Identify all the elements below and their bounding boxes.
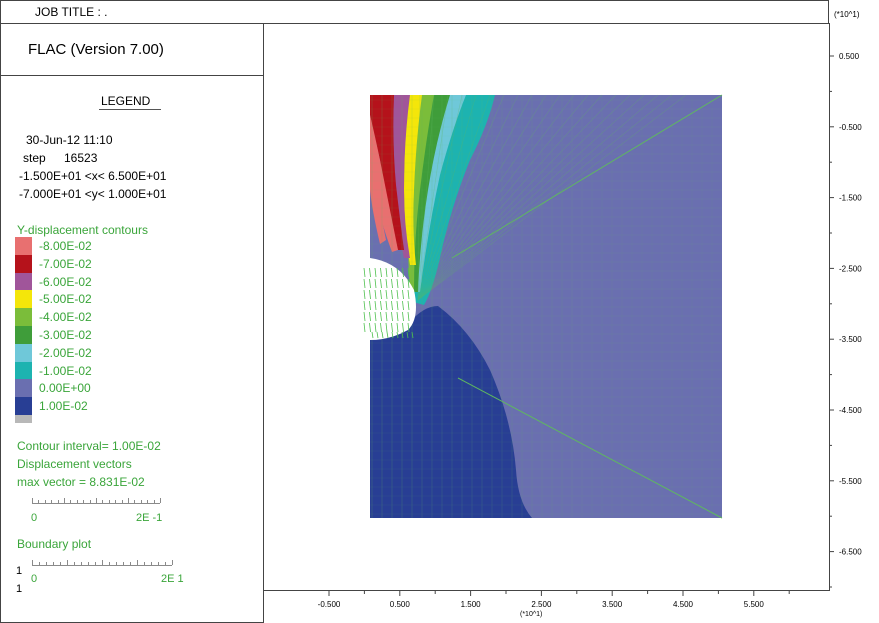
flac-plot-window: { "header": { "job_title": "JOB TITLE : … (0, 0, 879, 623)
y-tick-label: -2.500 (839, 264, 862, 273)
y-tick-label: -3.500 (839, 335, 862, 344)
x-tick-label: 3.500 (602, 600, 623, 609)
y-tick-label: -0.500 (839, 123, 862, 132)
x-axis-multiplier: (*10^1) (520, 611, 543, 618)
contour-plot: 0.500 -0.500 -1.500 -2.500 -3.500 -4.500 -5.50… (318, 52, 863, 609)
y-axis-ticks: 0.500 -0.500 -1.500 -2.500 -3.500 -4.500 -5.50… (829, 52, 862, 588)
y-tick-label: -4.500 (839, 406, 862, 415)
y-tick-label: -5.500 (839, 477, 862, 486)
x-tick-label: 4.500 (673, 600, 694, 609)
x-tick-label: 0.500 (390, 600, 411, 609)
x-axis-ticks: -0.500 0.500 1.500 2.500 3.500 4.500 5.500 (318, 591, 790, 609)
x-tick-label: 2.500 (531, 600, 552, 609)
y-tick-label: -1.500 (839, 194, 862, 203)
y-tick-label: 0.500 (839, 52, 860, 61)
x-tick-label: 1.500 (461, 600, 482, 609)
y-tick-label: -6.500 (839, 548, 862, 557)
x-tick-label: -0.500 (318, 600, 341, 609)
x-tick-label: 5.500 (744, 600, 765, 609)
